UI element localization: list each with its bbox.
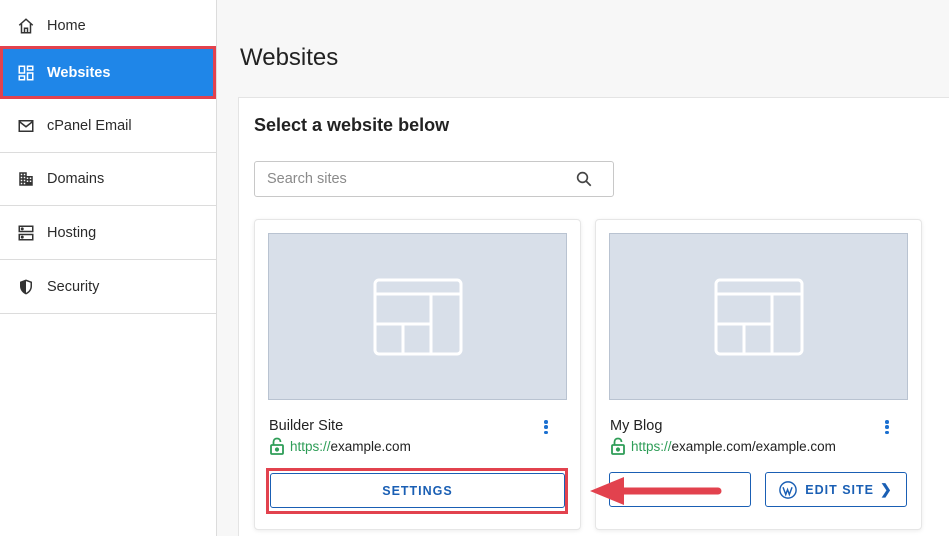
sidebar-item-domains[interactable]: Domains [0, 153, 216, 206]
site-thumbnail[interactable] [268, 233, 567, 400]
mail-icon [16, 116, 36, 136]
sidebar-item-label: cPanel Email [47, 118, 132, 134]
sidebar-item-label: Security [47, 279, 100, 295]
layout-placeholder-icon [714, 278, 803, 355]
sidebar-item-label: Home [47, 18, 86, 34]
home-icon [16, 16, 36, 36]
url-protocol: https:// [290, 438, 331, 454]
sidebar-item-websites[interactable]: Websites [0, 46, 216, 99]
site-url[interactable]: https://example.com/example.com [610, 437, 836, 455]
lock-icon [611, 437, 625, 455]
search-icon[interactable] [575, 170, 593, 188]
url-protocol: https:// [631, 438, 672, 454]
sidebar: Home Websites cPanel Email Domains Hosti… [0, 0, 217, 536]
server-icon [16, 223, 36, 243]
sidebar-item-label: Hosting [47, 225, 97, 241]
url-host: example.com/example.com [671, 438, 836, 454]
page-title: Websites [240, 44, 339, 71]
layout-placeholder-icon [373, 278, 462, 355]
more-options-icon[interactable] [539, 418, 553, 436]
panel-title: Select a website below [254, 115, 450, 135]
url-host: example.com [330, 438, 411, 454]
more-options-icon[interactable] [880, 418, 894, 436]
sidebar-item-cpanel-email[interactable]: cPanel Email [0, 100, 216, 153]
sidebar-item-security[interactable]: Security [0, 261, 216, 314]
annotation-arrow [590, 477, 722, 505]
sidebar-item-label: Websites [47, 64, 111, 81]
wordpress-icon [779, 480, 798, 499]
site-thumbnail[interactable] [609, 233, 908, 400]
chevron-right-icon: ❯ [880, 481, 893, 497]
lock-icon [270, 437, 284, 455]
site-name: Builder Site [269, 418, 344, 434]
search-box [254, 161, 614, 197]
shield-icon [16, 277, 36, 297]
search-input[interactable] [255, 162, 565, 196]
edit-site-button[interactable]: EDIT SITE ❯ [765, 472, 907, 507]
domains-icon [16, 169, 36, 189]
sidebar-item-label: Domains [47, 171, 105, 187]
sidebar-item-hosting[interactable]: Hosting [0, 207, 216, 260]
highlight-box [266, 468, 568, 514]
site-url[interactable]: https://example.com [269, 437, 411, 455]
edit-site-label: EDIT SITE [805, 482, 874, 497]
websites-icon [16, 63, 36, 83]
site-name: My Blog [610, 418, 663, 434]
